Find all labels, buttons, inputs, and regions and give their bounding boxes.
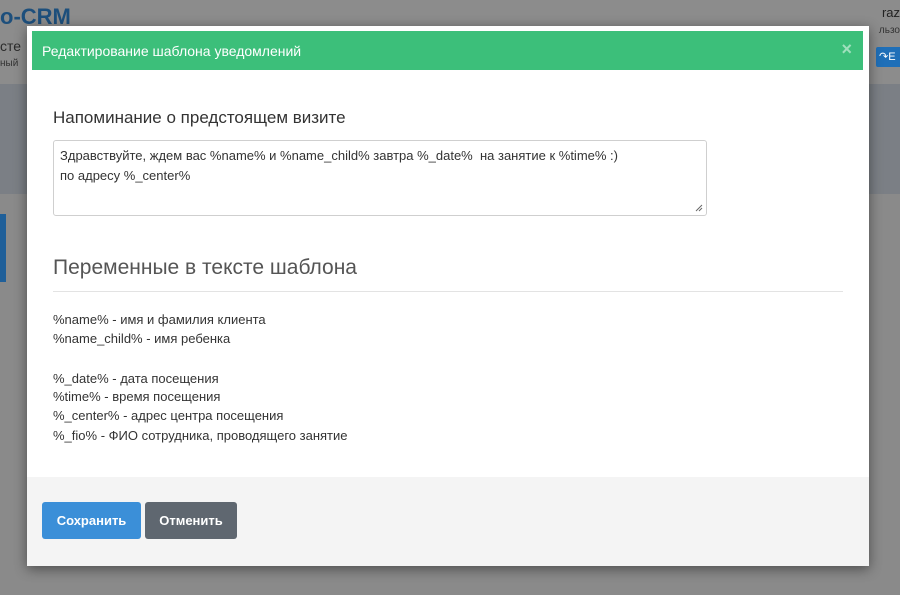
sign-in-icon: ↷: [879, 51, 889, 63]
variables-title: Переменные в тексте шаблона: [53, 256, 357, 279]
variable-item: %_date% - дата посещения: [53, 371, 219, 386]
app-subtitle: сте: [0, 38, 22, 54]
modal-title: Редактирование шаблона уведомлений: [42, 43, 302, 59]
variable-item: %time% - время посещения: [53, 389, 221, 404]
resize-handle-icon[interactable]: [695, 204, 703, 212]
variable-item: %name% - имя и фамилия клиента: [53, 312, 266, 327]
exit-label: E: [888, 51, 896, 63]
variable-item: %name_child% - имя ребенка: [53, 331, 231, 346]
variable-item: %_center% - адрес центра посещения: [53, 408, 284, 423]
cancel-button[interactable]: Отменить: [145, 502, 237, 539]
save-button[interactable]: Сохранить: [42, 502, 141, 539]
template-textarea[interactable]: Здравствуйте, ждем вас %name% и %name_ch…: [53, 140, 707, 216]
modal-header: Редактирование шаблона уведомлений ×: [32, 31, 863, 70]
divider: [53, 291, 843, 292]
app-subtitle-small: ный: [0, 58, 19, 69]
variable-item: %_fio% - ФИО сотрудника, проводящего зан…: [53, 428, 348, 443]
edit-template-modal: Редактирование шаблона уведомлений × Нап…: [27, 26, 869, 566]
user-role: льзо: [878, 25, 900, 36]
user-name: raz: [881, 5, 900, 20]
template-label: Напоминание о предстоящем визите: [53, 108, 346, 127]
exit-button[interactable]: ↷E: [876, 47, 900, 67]
close-icon[interactable]: ×: [841, 39, 852, 59]
side-tab[interactable]: [0, 214, 6, 282]
